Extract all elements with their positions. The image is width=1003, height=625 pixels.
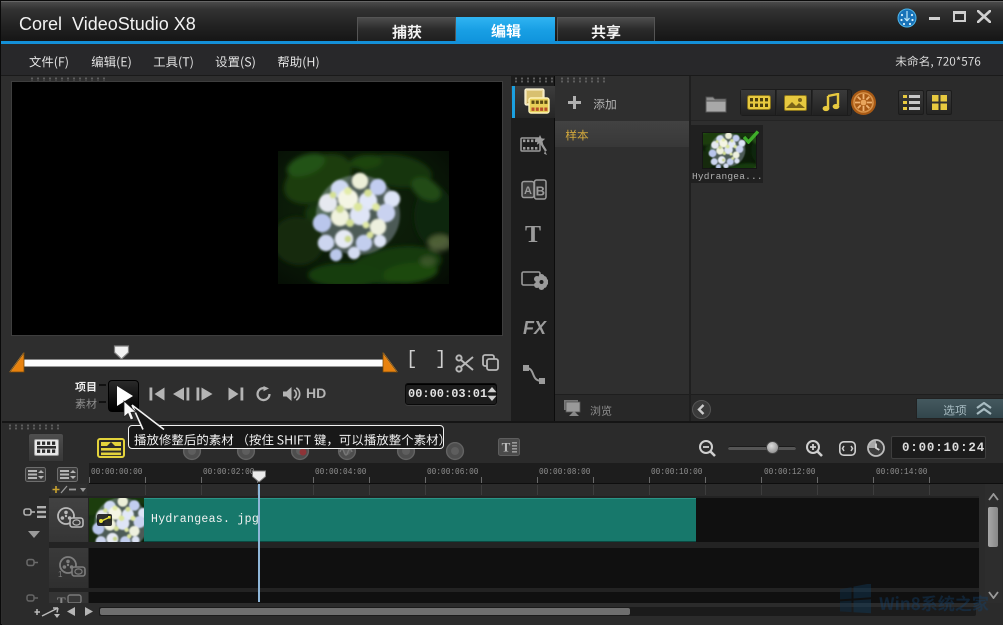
svg-text:A: A [524, 185, 532, 197]
svg-text:T: T [57, 594, 66, 603]
svg-text:T: T [502, 440, 511, 455]
svg-text:B: B [536, 184, 545, 199]
svg-text:1: 1 [58, 570, 63, 578]
